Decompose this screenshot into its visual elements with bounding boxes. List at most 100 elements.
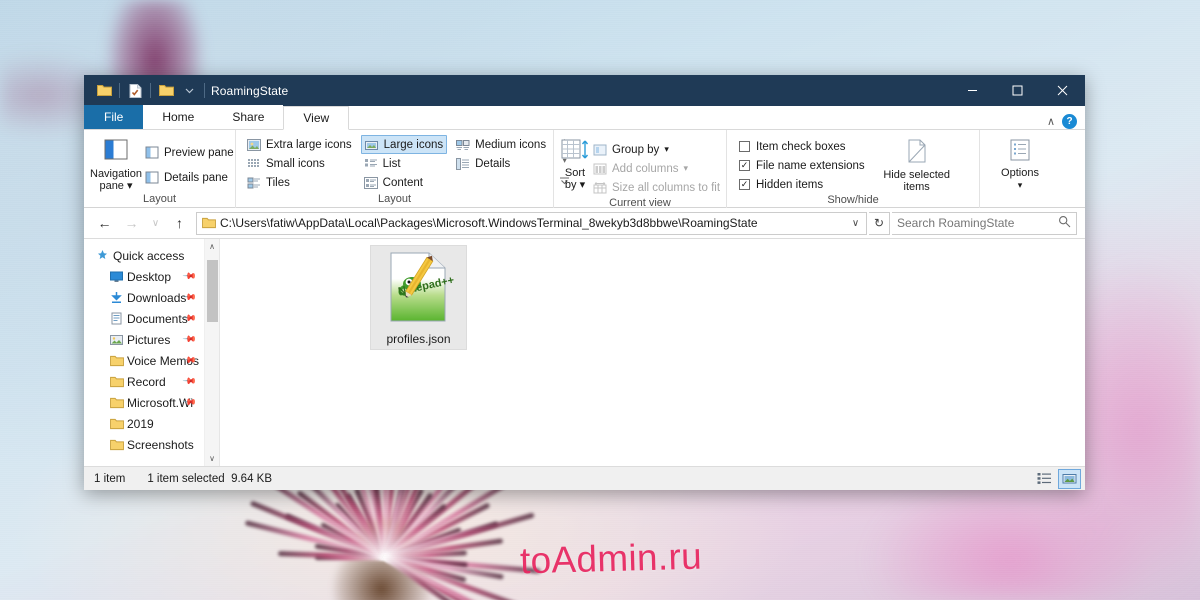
navigation-pane-button[interactable]: Navigation pane ▾ (90, 135, 142, 192)
preview-pane-button[interactable]: Preview pane (142, 143, 237, 162)
hide-selected-items-button[interactable]: Hide selected items (878, 135, 956, 193)
tab-share[interactable]: Share (213, 105, 284, 129)
sidebar-item-desktop[interactable]: Desktop 📌 (84, 266, 204, 287)
title-bar: RoamingState (84, 75, 1085, 106)
customize-qat-chevron-icon[interactable] (178, 80, 200, 102)
details-view-option[interactable]: Details (453, 154, 549, 173)
preview-pane-label: Preview pane (163, 146, 234, 159)
tab-view[interactable]: View (283, 106, 350, 130)
tiles-option[interactable]: Tiles (244, 173, 355, 192)
file-name-extensions-checkbox[interactable]: ✓ (739, 160, 750, 171)
list-label: List (382, 157, 401, 170)
sidebar-item-voice-memos[interactable]: Voice Memos 📌 (84, 350, 204, 371)
sidebar-item-screenshots[interactable]: Screenshots (84, 434, 204, 455)
watermark: toAdmin.ru (519, 535, 703, 582)
layout-column-3: Medium icons Details (453, 135, 549, 173)
recent-locations-button[interactable]: ∨ (146, 211, 165, 235)
properties-icon[interactable] (124, 80, 146, 102)
sidebar-item-quick-access[interactable]: Quick access (84, 245, 204, 266)
small-icons-option[interactable]: Small icons (244, 154, 355, 173)
up-button[interactable]: ↑ (167, 211, 192, 235)
details-view-label: Details (475, 157, 511, 170)
medium-icons-label: Medium icons (475, 138, 547, 151)
hide-selected-items-label-2: items (903, 181, 930, 193)
file-name-label: profiles.json (386, 332, 451, 346)
medium-icons-icon (456, 139, 470, 151)
pin-icon[interactable]: 📌 (182, 269, 197, 285)
qat-divider-3 (204, 83, 205, 98)
group-by-button[interactable]: Group by ▾ (590, 140, 723, 159)
sidebar-item-2019[interactable]: 2019 (84, 413, 204, 434)
file-item-profiles-json[interactable]: Notepad++ profiles.json (370, 245, 467, 350)
pin-icon[interactable]: 📌 (182, 374, 197, 390)
search-input[interactable]: Search RoamingState (897, 216, 1058, 230)
extra-large-icons-option[interactable]: Extra large icons (244, 135, 355, 154)
back-button[interactable]: ← (92, 211, 117, 235)
navigation-pane-label-2: pane ▾ (99, 180, 133, 192)
file-list-view[interactable]: Notepad++ profiles.json (220, 239, 1085, 466)
folder-icon[interactable] (93, 80, 115, 102)
search-icon (1058, 215, 1071, 231)
hide-selected-items-label-1: Hide selected (883, 169, 950, 181)
scroll-down-button[interactable]: ∨ (205, 451, 220, 466)
help-icon[interactable]: ? (1062, 114, 1077, 129)
refresh-button[interactable]: ↻ (869, 211, 890, 235)
sidebar-item-pictures[interactable]: Pictures 📌 (84, 329, 204, 350)
details-view-toggle[interactable] (1033, 469, 1056, 489)
scrollbar-thumb[interactable] (206, 260, 218, 322)
sidebar-item-record[interactable]: Record 📌 (84, 371, 204, 392)
ribbon-tab-right-tools: ∧ ? (349, 114, 1085, 129)
pin-icon[interactable]: 📌 (182, 332, 197, 348)
options-label: Options (1001, 167, 1039, 179)
size-all-columns-button[interactable]: Size all columns to fit (590, 178, 723, 197)
preview-pane-icon (145, 146, 159, 159)
item-check-boxes-label: Item check boxes (756, 140, 846, 153)
navigation-tree: Quick access Desktop 📌 Downloads 📌 Docum… (84, 239, 204, 466)
sort-by-button[interactable]: Sort by ▾ (560, 135, 590, 191)
options-button[interactable]: Options ▾ (990, 135, 1050, 191)
details-pane-button[interactable]: Details pane (142, 168, 237, 187)
forward-button[interactable]: → (119, 211, 144, 235)
new-folder-icon[interactable] (155, 80, 177, 102)
tab-home[interactable]: Home (143, 105, 214, 129)
item-check-boxes-option[interactable]: Item check boxes (736, 137, 868, 156)
search-box[interactable]: Search RoamingState (892, 211, 1077, 235)
size-all-columns-label: Size all columns to fit (612, 181, 721, 194)
hidden-items-option[interactable]: ✓ Hidden items (736, 175, 868, 194)
sidebar-item-microsoft-wi[interactable]: Microsoft.Wi 📌 (84, 392, 204, 413)
ribbon-group-options: Options ▾ (980, 130, 1085, 208)
address-dropdown-chevron-icon[interactable]: ∨ (847, 213, 864, 234)
collapse-ribbon-chevron-icon[interactable]: ∧ (1047, 115, 1055, 128)
quick-access-toolbar[interactable] (84, 80, 208, 102)
tab-file[interactable]: File (84, 105, 144, 129)
medium-icons-option[interactable]: Medium icons (453, 135, 549, 154)
details-pane-label: Details pane (163, 171, 228, 184)
add-columns-button[interactable]: Add columns ▾ (590, 159, 723, 178)
group-title-show-hide: Show/hide (827, 194, 879, 206)
sort-by-icon (560, 138, 590, 165)
maximize-button[interactable] (995, 75, 1040, 106)
large-icons-icon (364, 139, 379, 151)
address-bar[interactable]: C:\Users\fatiw\AppData\Local\Packages\Mi… (196, 211, 867, 235)
tiles-icon (247, 177, 261, 189)
scrollbar-track[interactable] (205, 254, 220, 451)
sidebar-item-documents[interactable]: Documents 📌 (84, 308, 204, 329)
file-name-extensions-option[interactable]: ✓ File name extensions (736, 156, 868, 175)
item-check-boxes-checkbox[interactable] (739, 141, 750, 152)
ribbon-group-layout: Extra large icons Small icons Tiles Larg… (236, 130, 570, 208)
ribbon: Navigation pane ▾ Preview pane Details p… (84, 130, 1085, 209)
sidebar-item-downloads[interactable]: Downloads 📌 (84, 287, 204, 308)
close-button[interactable] (1040, 75, 1085, 106)
list-option[interactable]: List (361, 154, 447, 173)
large-icons-option[interactable]: Large icons (360, 135, 448, 154)
hidden-items-label: Hidden items (756, 178, 824, 191)
sidebar-item-label: Downloads (127, 290, 187, 305)
minimize-button[interactable] (950, 75, 995, 106)
hidden-items-checkbox[interactable]: ✓ (739, 179, 750, 190)
content-option[interactable]: Content (361, 173, 447, 192)
navigation-pane-scrollbar[interactable]: ∧ ∨ (204, 239, 219, 466)
scroll-up-button[interactable]: ∧ (205, 239, 220, 254)
large-icons-view-toggle[interactable] (1058, 468, 1081, 489)
size-columns-icon (593, 181, 607, 194)
sidebar-item-label: 2019 (127, 416, 154, 431)
